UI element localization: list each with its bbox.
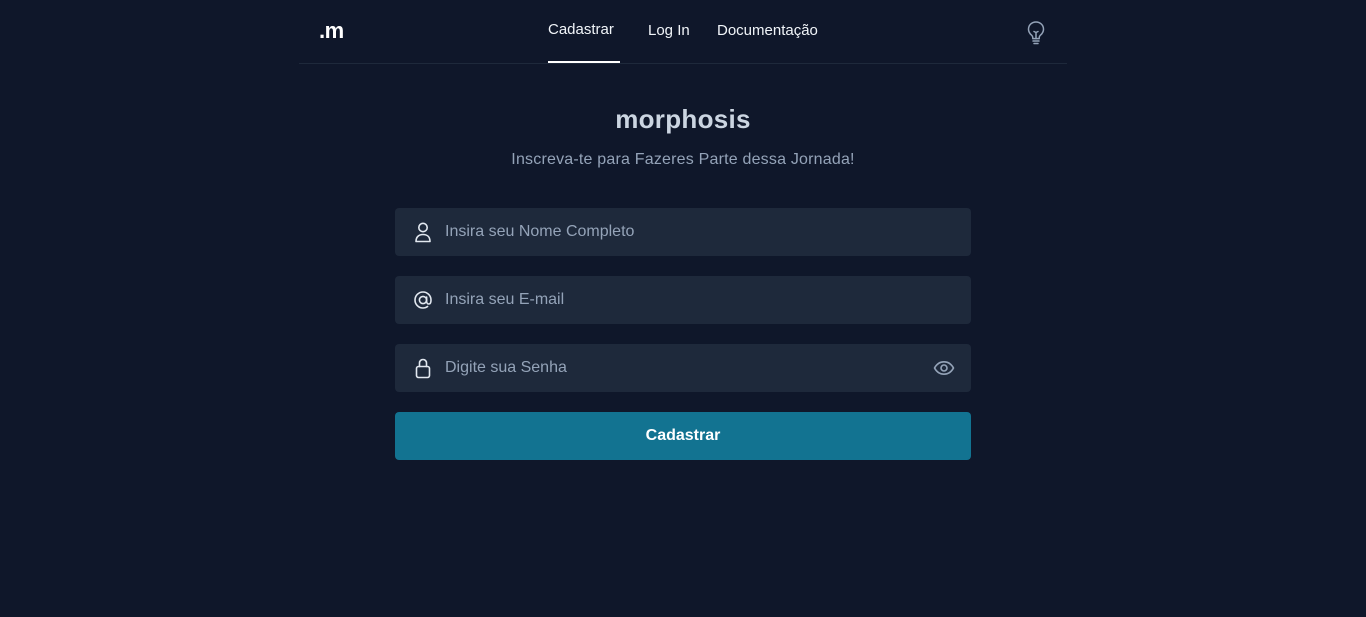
main-nav: Cadastrar Log In Documentação: [299, 0, 1067, 64]
full-name-field[interactable]: [395, 208, 971, 256]
email-field[interactable]: [395, 276, 971, 324]
active-tab-indicator: [548, 61, 620, 63]
nav-item-login[interactable]: Log In: [648, 22, 690, 39]
eye-icon[interactable]: [933, 359, 955, 377]
email-input[interactable]: [445, 276, 915, 324]
at-sign-icon: [414, 291, 432, 309]
submit-button[interactable]: Cadastrar: [395, 412, 971, 460]
nav-item-cadastrar[interactable]: Cadastrar: [548, 21, 614, 38]
password-field[interactable]: [395, 344, 971, 392]
page-title: morphosis: [615, 104, 751, 134]
lock-icon: [415, 358, 431, 379]
page-subtitle: Inscreva-te para Fazeres Parte dessa Jor…: [511, 151, 855, 168]
full-name-input[interactable]: [445, 208, 915, 256]
nav-item-documentacao[interactable]: Documentação: [717, 22, 818, 39]
user-icon: [415, 222, 431, 243]
lightbulb-icon[interactable]: [1024, 20, 1048, 46]
password-input[interactable]: [445, 344, 915, 392]
top-navbar: .m Cadastrar Log In Documentação: [299, 0, 1067, 64]
